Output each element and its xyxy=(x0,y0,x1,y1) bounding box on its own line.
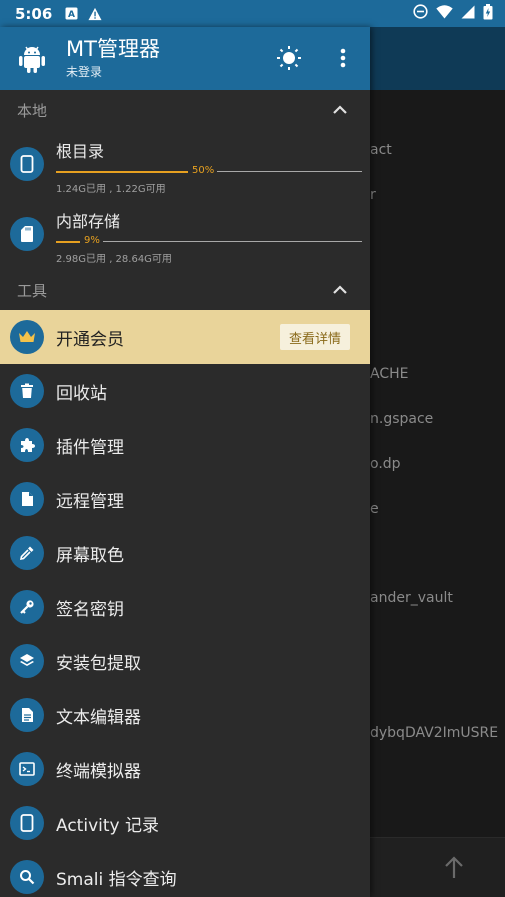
background-file-list xyxy=(370,90,505,897)
section-local[interactable]: 本地 xyxy=(0,90,370,130)
app-title: MT管理器 xyxy=(66,37,160,61)
chevron-up-icon[interactable] xyxy=(332,102,348,116)
document-icon xyxy=(10,698,44,732)
crown-icon xyxy=(10,320,44,354)
battery-icon xyxy=(483,3,493,24)
sd-card-icon xyxy=(10,217,44,251)
tool-label: 文本编辑器 xyxy=(56,708,141,728)
tool-item-text-editor[interactable]: 文本编辑器 xyxy=(0,688,370,742)
key-icon xyxy=(10,590,44,624)
section-tools[interactable]: 工具 xyxy=(0,270,370,310)
tool-item-color-picker[interactable]: 屏幕取色 xyxy=(0,526,370,580)
tool-item-signing-keys[interactable]: 签名密钥 xyxy=(0,580,370,634)
tool-item-terminal[interactable]: 终端模拟器 xyxy=(0,742,370,796)
tool-item-plugins[interactable]: 插件管理 xyxy=(0,418,370,472)
more-options-icon[interactable] xyxy=(330,45,356,71)
drawer-header: MT管理器 未登录 xyxy=(0,27,370,90)
theme-toggle-icon[interactable] xyxy=(276,45,302,71)
navigation-drawer: MT管理器 未登录 本地 根目录 50% 1.24G已用 , 1.22G可用 内… xyxy=(0,27,370,897)
background-fragment: ACHE xyxy=(370,366,409,382)
file-icon xyxy=(10,482,44,516)
storage-usage-bar: 50% xyxy=(56,165,362,178)
puzzle-icon xyxy=(10,428,44,462)
phone-icon xyxy=(10,806,44,840)
storage-used-fill xyxy=(56,171,188,173)
search-icon xyxy=(10,860,44,894)
tool-label: 屏幕取色 xyxy=(56,546,124,566)
storage-info: 1.24G已用 , 1.22G可用 xyxy=(56,184,166,195)
wifi-icon xyxy=(436,4,453,23)
signal-icon xyxy=(461,5,475,23)
background-bottom-bar xyxy=(370,837,505,897)
tool-item-apk-extract[interactable]: 安装包提取 xyxy=(0,634,370,688)
storage-root[interactable]: 根目录 50% 1.24G已用 , 1.22G可用 xyxy=(0,130,370,200)
storage-name: 根目录 xyxy=(56,142,105,161)
background-fragment: dybqDAV2ImUSRE xyxy=(370,725,499,741)
vip-item[interactable]: 开通会员 查看详情 xyxy=(0,310,370,364)
storage-free-track xyxy=(103,241,362,242)
tool-label: 回收站 xyxy=(56,384,107,404)
warning-icon xyxy=(88,7,102,21)
dnd-icon xyxy=(413,4,428,23)
a-box-icon: A xyxy=(64,7,78,21)
background-fragment: o.dp xyxy=(370,456,401,472)
background-toolbar xyxy=(370,27,505,90)
status-bar: 5:06 A xyxy=(0,0,505,27)
tool-label: 安装包提取 xyxy=(56,654,141,674)
tool-label: 签名密钥 xyxy=(56,600,124,620)
background-fragment: act xyxy=(370,142,392,158)
svg-text:A: A xyxy=(68,10,75,20)
background-fragment: r xyxy=(370,187,376,203)
chevron-up-icon[interactable] xyxy=(332,282,348,296)
phone-icon xyxy=(10,147,44,181)
tool-label: 终端模拟器 xyxy=(56,762,141,782)
arrow-up-icon[interactable] xyxy=(443,855,465,881)
tool-item-activity-log[interactable]: Activity 记录 xyxy=(0,796,370,850)
android-icon xyxy=(18,44,46,74)
background-fragment: e xyxy=(370,501,379,517)
storage-percent: 50% xyxy=(192,165,215,176)
tool-item-remote[interactable]: 远程管理 xyxy=(0,472,370,526)
storage-percent: 9% xyxy=(84,235,100,246)
storage-info: 2.98G已用 , 28.64G可用 xyxy=(56,254,172,265)
section-title: 本地 xyxy=(17,101,48,120)
tool-item-recycle-bin[interactable]: 回收站 xyxy=(0,364,370,418)
tool-label: 远程管理 xyxy=(56,492,124,512)
storage-free-track xyxy=(217,171,362,172)
section-title: 工具 xyxy=(17,281,48,300)
eyedropper-icon xyxy=(10,536,44,570)
storage-internal[interactable]: 内部存储 9% 2.98G已用 , 28.64G可用 xyxy=(0,200,370,270)
trash-icon xyxy=(10,374,44,408)
storage-name: 内部存储 xyxy=(56,212,121,231)
status-time: 5:06 xyxy=(15,4,53,23)
login-status[interactable]: 未登录 xyxy=(66,63,160,80)
storage-usage-bar: 9% xyxy=(56,235,362,248)
terminal-icon xyxy=(10,752,44,786)
storage-used-fill xyxy=(56,241,80,243)
background-fragment: n.gspace xyxy=(370,411,434,427)
tool-item-smali-lookup[interactable]: Smali 指令查询 xyxy=(0,850,370,897)
layers-icon xyxy=(10,644,44,678)
view-details-button[interactable]: 查看详情 xyxy=(279,324,350,350)
background-fragment: ander_vault xyxy=(370,590,453,606)
tool-label: Activity 记录 xyxy=(56,816,159,836)
vip-label: 开通会员 xyxy=(56,330,124,350)
screen: 5:06 A act r ACHE n.gspace o.dp e ander_… xyxy=(0,0,505,897)
tool-label: Smali 指令查询 xyxy=(56,870,177,890)
tool-label: 插件管理 xyxy=(56,438,124,458)
